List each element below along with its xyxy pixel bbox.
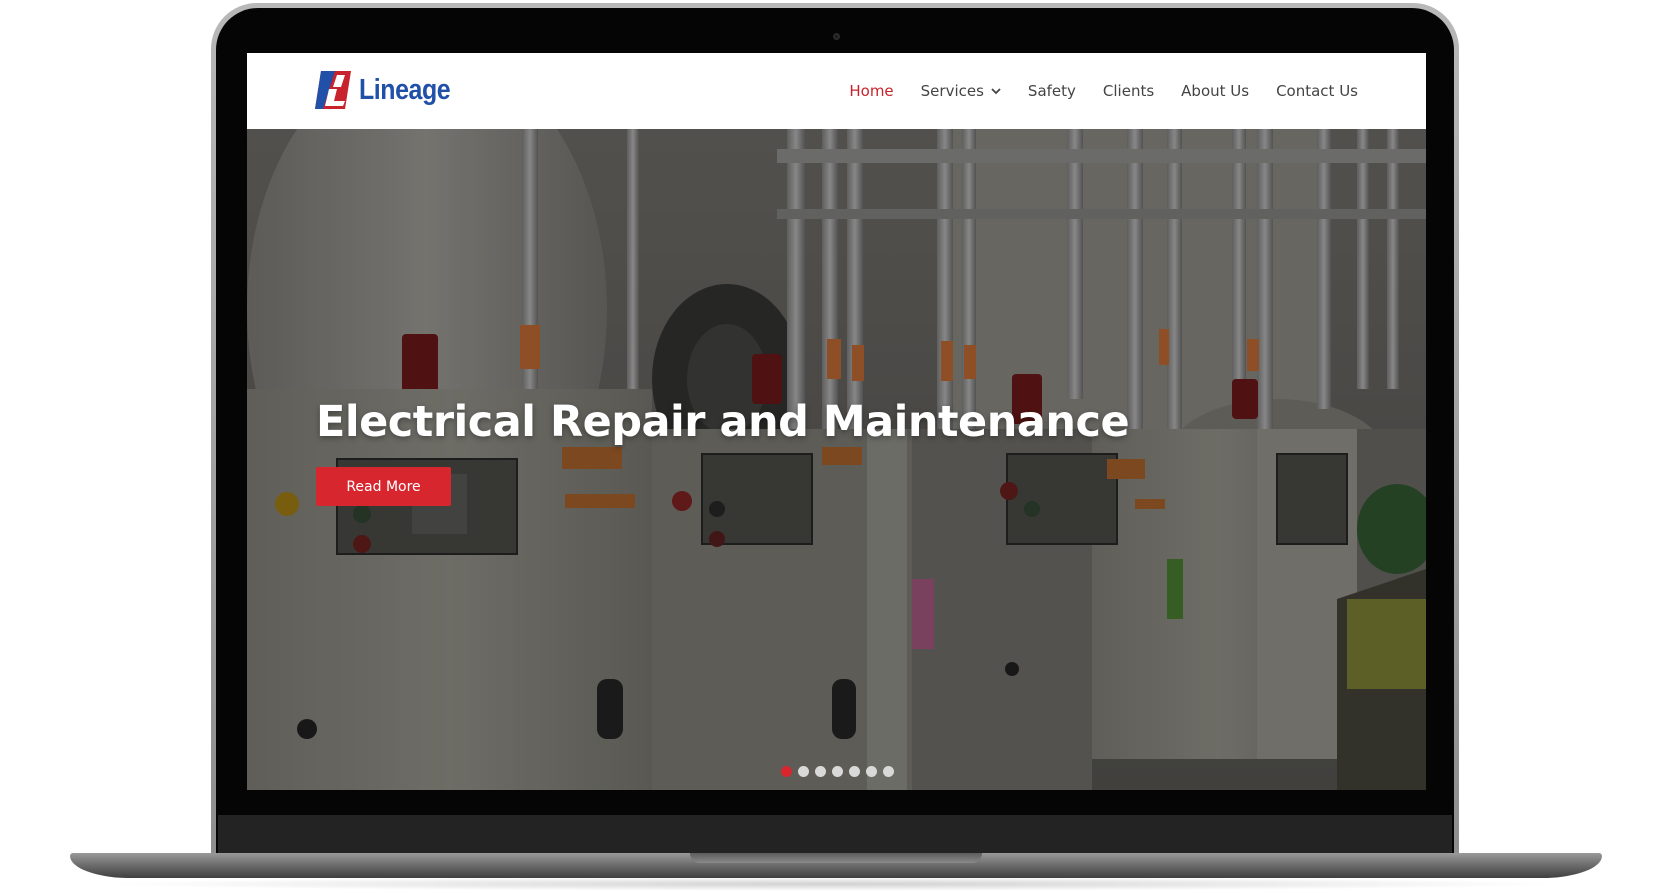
slider-dot-1[interactable] [781,766,792,777]
nav-item-label: Contact Us [1276,82,1358,100]
nav-item-safety[interactable]: Safety [1028,82,1076,100]
browser-screen: Lineage Home Services Safety Clients Abo… [247,53,1426,790]
nav-item-clients[interactable]: Clients [1103,82,1154,100]
nav-item-label: Services [920,82,984,100]
camera-icon [833,33,840,40]
laptop-mockup: Lineage Home Services Safety Clients Abo… [0,0,1666,895]
logo-text: Lineage [359,73,451,106]
nav-item-services[interactable]: Services [921,82,1001,100]
nav-item-label: Home [849,82,894,100]
slider-dot-2[interactable] [798,766,809,777]
bezel-bottom-strip [218,815,1452,853]
slider-dot-5[interactable] [849,766,860,777]
laptop-shadow [100,877,1570,891]
chevron-down-icon [991,87,1001,94]
slider-pagination [781,766,900,777]
nav-item-home[interactable]: Home [849,82,893,100]
main-nav: Home Services Safety Clients About Us Co… [822,53,1358,129]
lineage-logo-mark-icon [315,71,351,109]
nav-item-contact-us[interactable]: Contact Us [1276,82,1358,100]
slider-dot-3[interactable] [815,766,826,777]
site-logo[interactable]: Lineage [315,70,465,110]
slider-dot-7[interactable] [883,766,894,777]
hero-title: Electrical Repair and Maintenance [316,397,1130,447]
site-header: Lineage Home Services Safety Clients Abo… [247,53,1426,129]
laptop-hinge-notch [690,853,982,863]
read-more-button[interactable]: Read More [316,467,451,506]
nav-item-label: About Us [1181,82,1250,100]
nav-item-about-us[interactable]: About Us [1181,82,1249,100]
hero-background-image [247,129,1426,790]
slider-dot-6[interactable] [866,766,877,777]
nav-item-label: Clients [1102,82,1155,100]
hero-slider: Electrical Repair and Maintenance Read M… [247,129,1426,790]
nav-item-label: Safety [1027,82,1076,100]
slider-dot-4[interactable] [832,766,843,777]
